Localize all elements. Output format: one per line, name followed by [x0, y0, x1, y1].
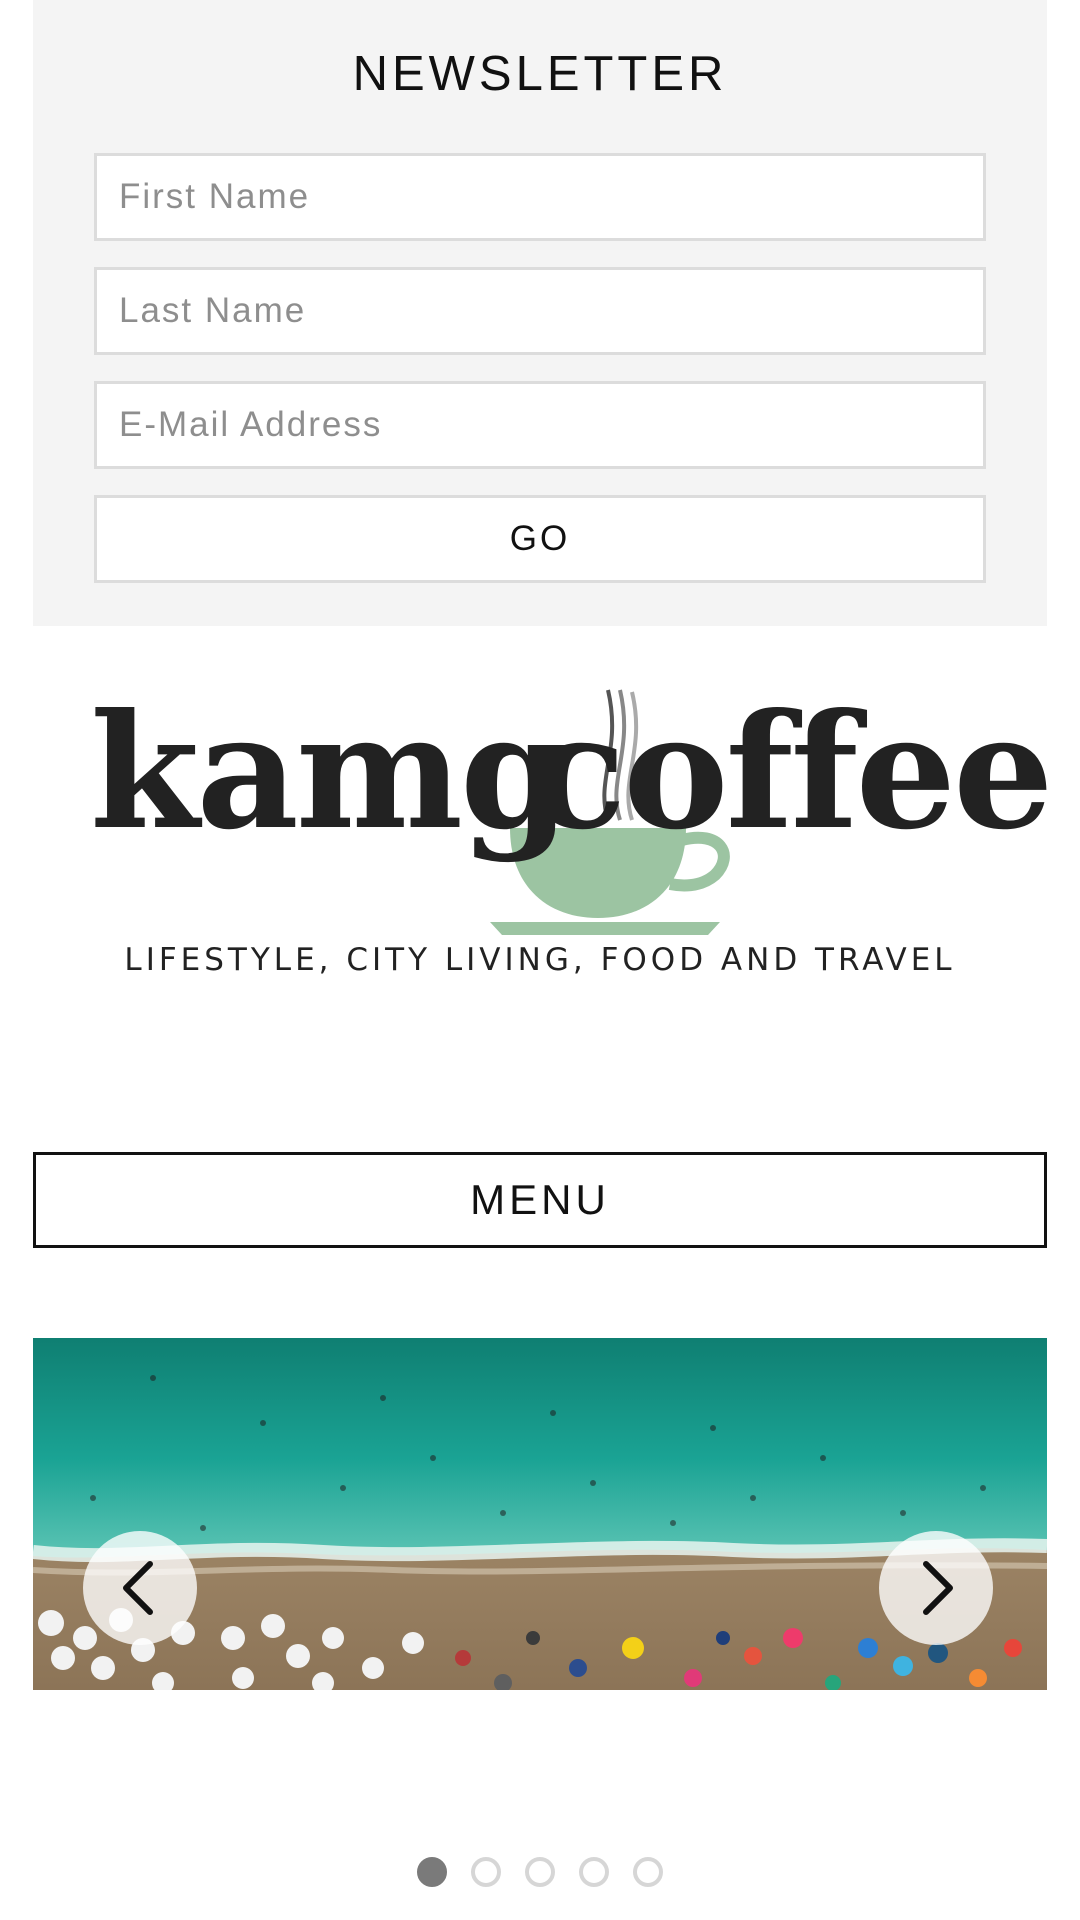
slider-dot-3[interactable]	[525, 1857, 555, 1887]
slider-dot-4[interactable]	[579, 1857, 609, 1887]
slider-dot-1[interactable]	[417, 1857, 447, 1887]
slide-image-beach	[33, 1338, 1047, 1690]
slider-pagination	[0, 1857, 1080, 1893]
email-input[interactable]	[94, 381, 986, 469]
menu-button[interactable]: MENU	[33, 1152, 1047, 1248]
slider-dot-5[interactable]	[633, 1857, 663, 1887]
logo-wordmark-right: coffee	[530, 680, 1054, 865]
slider-next-button[interactable]	[879, 1531, 993, 1645]
newsletter-title: NEWSLETTER	[352, 47, 728, 101]
newsletter-section: NEWSLETTER GO	[33, 0, 1047, 626]
image-slider	[33, 1338, 1047, 1690]
slider-dot-2[interactable]	[471, 1857, 501, 1887]
newsletter-submit-button[interactable]: GO	[94, 495, 986, 583]
site-logo[interactable]: kamg coffee LIFESTYLE, CITY LIVING, FOOD…	[90, 680, 1054, 980]
slider-prev-button[interactable]	[83, 1531, 197, 1645]
first-name-input[interactable]	[94, 153, 986, 241]
site-tagline: LIFESTYLE, CITY LIVING, FOOD AND TRAVEL	[124, 942, 956, 978]
last-name-input[interactable]	[94, 267, 986, 355]
chevron-right-icon	[923, 1561, 953, 1615]
logo-wordmark-left: kamg	[90, 680, 571, 865]
chevron-left-icon	[123, 1561, 153, 1615]
